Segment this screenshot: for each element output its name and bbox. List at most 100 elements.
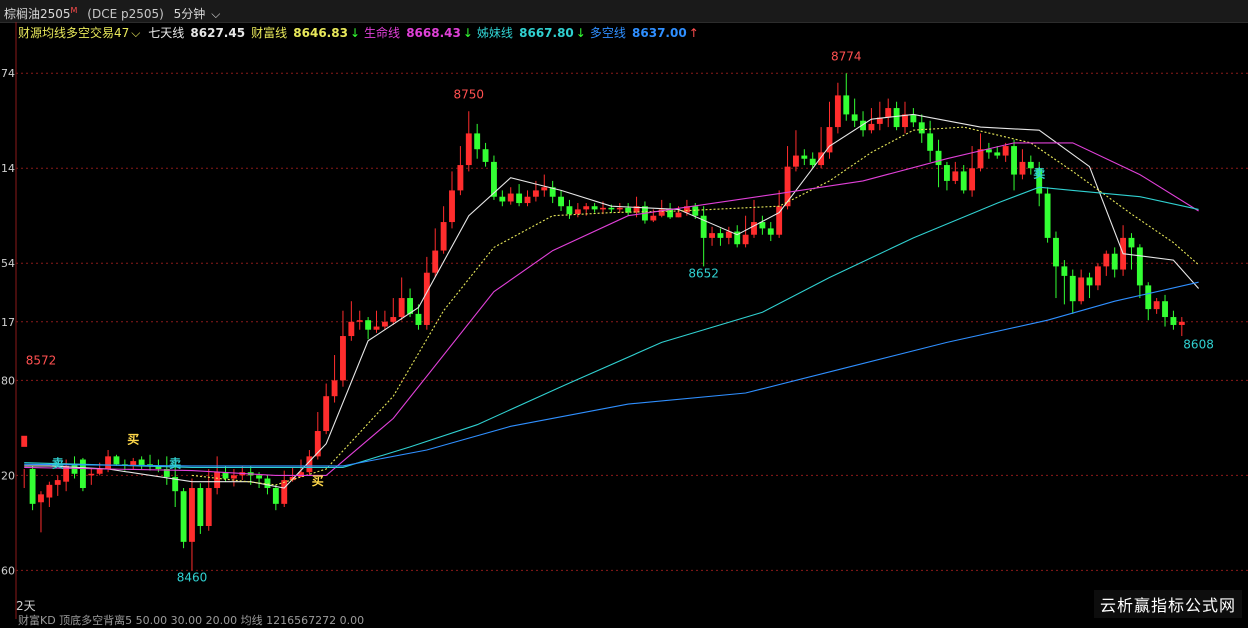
candle-body [38, 494, 44, 503]
candle-body [885, 108, 892, 118]
candle [1136, 244, 1143, 299]
candle [281, 470, 288, 508]
candle-body [331, 380, 338, 397]
legend-items: 七天线 8627.45 财富线 8646.83 ↓ 生命线 8668.43 ↓ 姊妹线 8… [148, 26, 703, 40]
candle [1178, 317, 1185, 337]
candle [1011, 139, 1017, 191]
candle [860, 111, 866, 137]
candle-body [113, 456, 120, 465]
candle-body [977, 149, 984, 169]
candle-body [1002, 146, 1009, 156]
candle-body [1153, 301, 1160, 310]
candle-body [415, 313, 422, 325]
candle [1069, 269, 1076, 314]
candle [625, 203, 632, 216]
candle-body [21, 435, 28, 447]
candle-body [994, 152, 1001, 156]
candle-body [1111, 253, 1118, 270]
chevron-down-icon[interactable]: ⌵ [131, 26, 140, 40]
candle [306, 450, 313, 476]
candle [591, 203, 598, 213]
candle-body [340, 336, 346, 381]
candle [482, 142, 489, 167]
candle [432, 228, 439, 278]
candle-body [46, 484, 53, 498]
candle [1019, 149, 1026, 180]
candle [381, 310, 388, 330]
candle-body [71, 464, 78, 474]
candle-body [323, 396, 330, 432]
candle-body [507, 193, 514, 202]
candle [616, 203, 623, 213]
candle [499, 190, 506, 207]
candle [1078, 269, 1085, 305]
candle [927, 120, 934, 162]
candle-body [365, 320, 372, 330]
legend-item: 姊妹线 8667.80 ↓ [477, 26, 588, 40]
candle [113, 454, 120, 466]
candle-body [1053, 237, 1059, 267]
candle-body [256, 475, 263, 479]
price-label: 8608 [1183, 338, 1214, 352]
trend-arrow-icon: ↑ [688, 26, 699, 40]
candle [717, 228, 724, 246]
price-label: 8750 [454, 88, 485, 102]
indicator-name[interactable]: 财源均线多空交易47 [18, 26, 129, 40]
watermark: 云析赢指标公式网 [1093, 590, 1242, 618]
legend-label: 姊妹线 [476, 26, 513, 40]
candle [38, 491, 44, 533]
indicator-selector[interactable]: 财源均线多空交易47 ⌵ [18, 26, 142, 40]
candle-body [583, 206, 590, 210]
candle [507, 187, 514, 205]
candle [767, 222, 774, 242]
candle [79, 457, 86, 492]
legend-value: 8627.45 [186, 26, 246, 40]
legend-label: 财富线 [251, 26, 288, 40]
candle [398, 277, 405, 321]
legend-value: 8637.00 [627, 26, 687, 40]
candle [340, 310, 346, 387]
candle-body [516, 193, 523, 204]
price-label: 8774 [831, 50, 862, 64]
candle [834, 82, 841, 134]
candle-body [784, 166, 791, 207]
candle-body [423, 272, 430, 325]
candle-body [969, 168, 976, 191]
candle [801, 149, 808, 166]
candle-body [180, 491, 187, 542]
candle [558, 190, 564, 211]
candle-body [801, 155, 808, 159]
candle [365, 317, 372, 340]
candle [851, 98, 858, 128]
trend-arrow-icon: ↓ [462, 26, 473, 40]
y-tick-label: 80 [1, 374, 15, 387]
candle-body [105, 456, 112, 470]
ma-line [24, 281, 1199, 467]
candle [214, 456, 221, 495]
candle [331, 355, 338, 403]
candle [147, 454, 153, 471]
candle-body [1162, 301, 1168, 318]
candle-body [390, 317, 397, 322]
candle [792, 130, 799, 172]
candle [549, 180, 556, 204]
candle [323, 383, 330, 435]
candlestick-chart[interactable]: 74145417802060857284608750865287748608卖买… [0, 0, 1248, 619]
y-tick-label: 17 [1, 316, 15, 329]
candle-body [230, 475, 237, 479]
candle-body [943, 165, 950, 181]
candle-body [541, 187, 548, 191]
sub-indicator-legend: 财富KD 顶底多空背离5 50.00 30.00 20.00 均线 121656… [18, 614, 365, 627]
candle-body [935, 150, 942, 166]
candle-body [952, 171, 959, 181]
candle [574, 203, 581, 218]
candle [46, 481, 53, 508]
candle [189, 478, 195, 571]
candle-body [558, 196, 564, 207]
candle [751, 199, 757, 238]
indicator-legend: 财源均线多空交易47 ⌵ 七天线 8627.45 财富线 8646.83 ↓ 生命线 8… [18, 24, 705, 41]
signal-label: 卖 [169, 455, 181, 470]
candle-body [667, 209, 674, 218]
candle [449, 171, 455, 229]
candle-body [809, 158, 816, 166]
